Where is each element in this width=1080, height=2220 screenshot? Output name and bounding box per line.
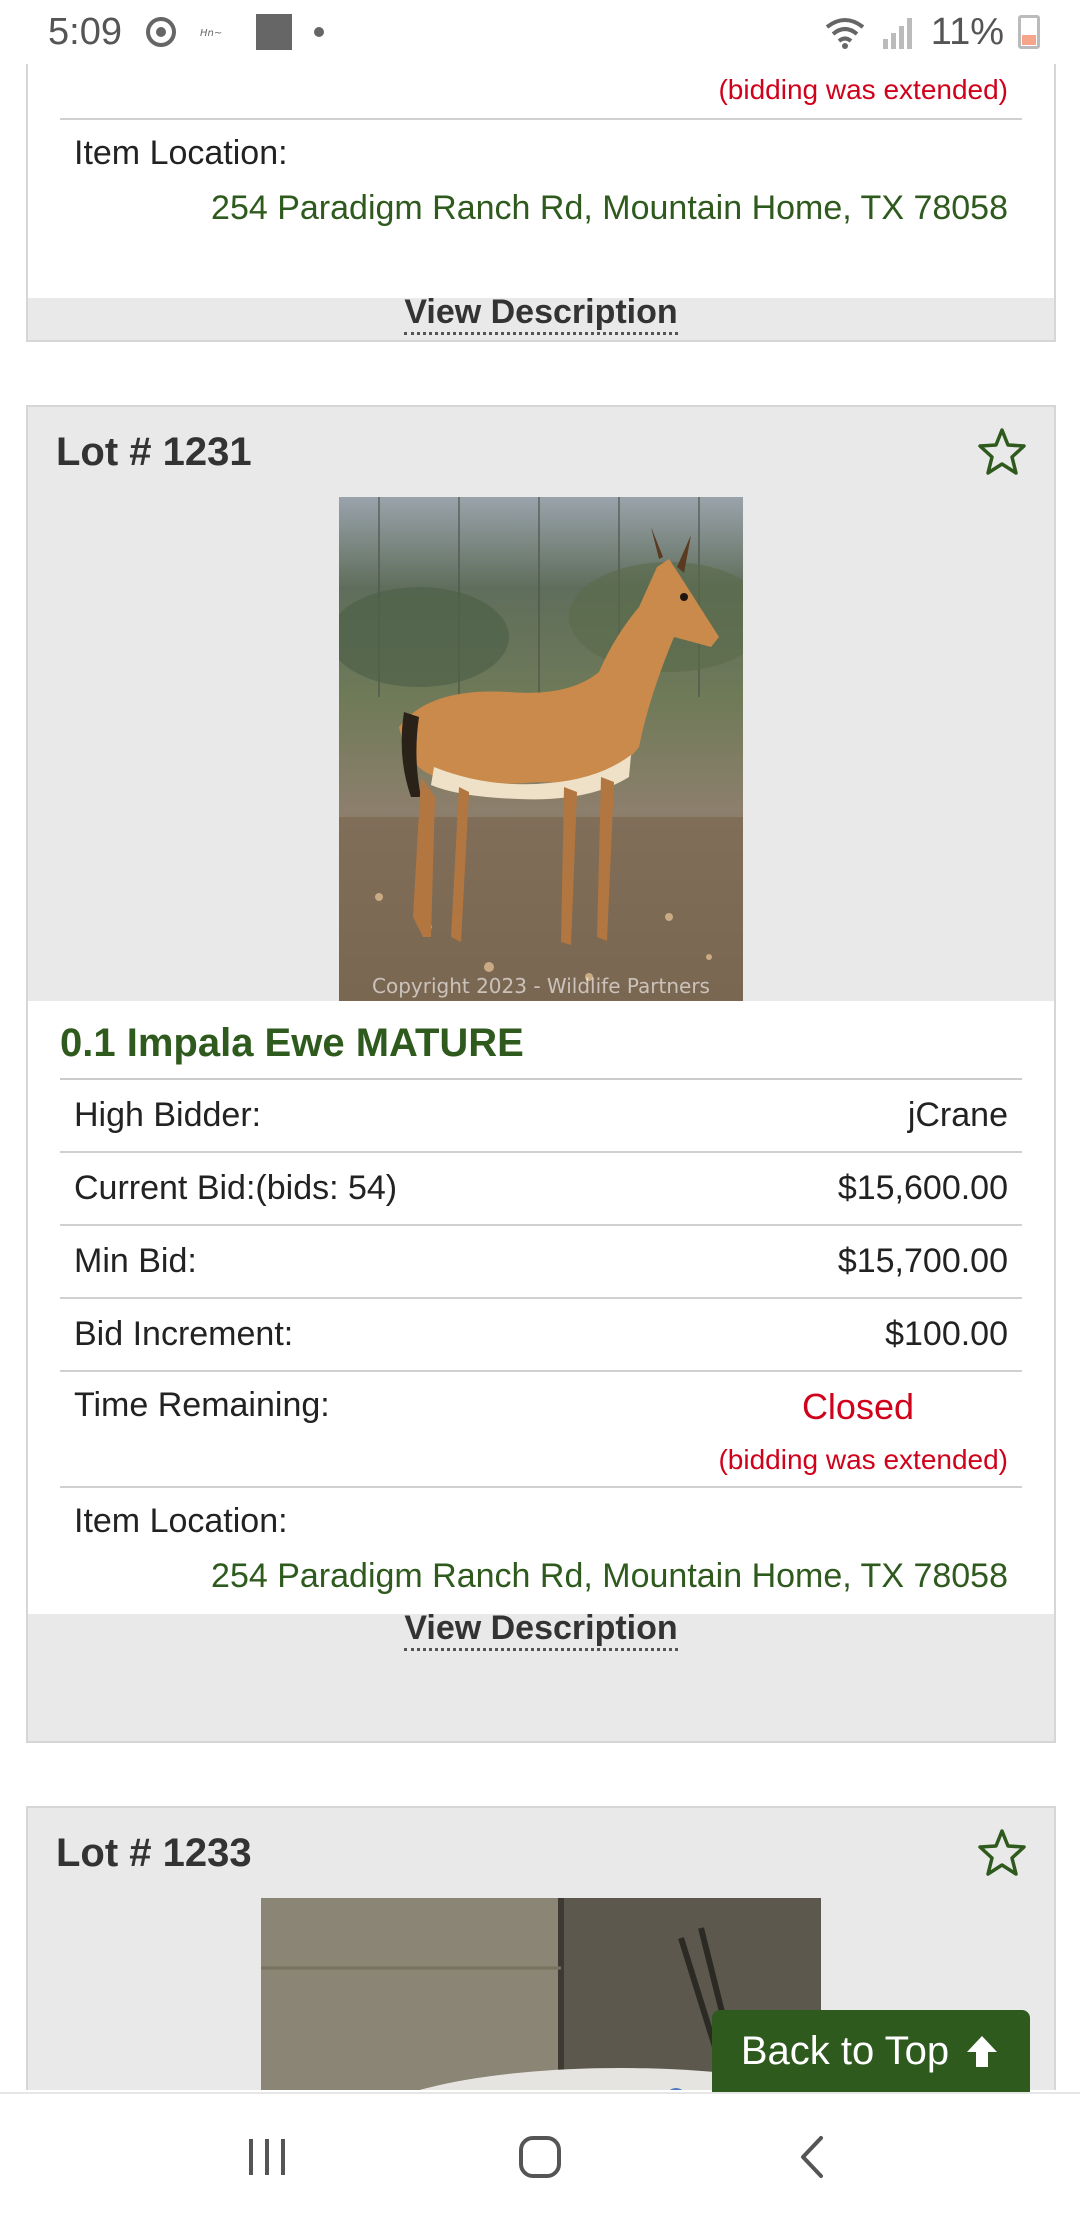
bid-increment-label: Bid Increment: — [74, 1315, 294, 1353]
high-bidder-row: High Bidder: jCrane — [60, 1080, 1022, 1153]
app-logo-icon: Hn~ — [200, 28, 222, 39]
status-closed: Closed — [801, 1386, 914, 1427]
item-location: Item Location: 254 Paradigm Ranch Rd, Mo… — [60, 1488, 1022, 1614]
current-bid-row: Current Bid:(bids: 54) $15,600.00 — [60, 1153, 1022, 1226]
min-bid-value: $15,700.00 — [837, 1242, 1008, 1280]
back-button[interactable] — [773, 2117, 853, 2197]
battery-percent: 11% — [930, 10, 1004, 53]
signal-icon — [882, 18, 912, 49]
item-location-label: Item Location: — [74, 1502, 288, 1540]
home-icon — [518, 2136, 561, 2178]
bid-increment-value: $100.00 — [885, 1315, 1008, 1353]
view-description-link[interactable]: View Description — [404, 1608, 678, 1651]
time-remaining-row: Time Remaining: Closed (bidding was exte… — [60, 1372, 1022, 1488]
back-to-top-button[interactable]: Back to Top — [712, 2010, 1030, 2092]
item-location-address[interactable]: 254 Paradigm Ranch Rd, Mountain Home, TX… — [74, 1557, 1008, 1596]
current-bid-value: $15,600.00 — [837, 1169, 1008, 1207]
item-location: Item Location: 254 Paradigm Ranch Rd, Mo… — [60, 120, 1022, 246]
lot-photo[interactable]: Copyright 2023 - Wildlife Partners — [339, 497, 743, 1001]
home-button[interactable] — [500, 2117, 580, 2197]
item-location-label: Item Location: — [74, 134, 288, 172]
back-to-top-label: Back to Top — [740, 2028, 950, 2073]
lot-card-previous: (bidding was extended) Item Location: 25… — [26, 20, 1056, 342]
star-icon[interactable] — [976, 426, 1028, 478]
lot-number: Lot # 1231 — [56, 429, 252, 474]
battery-icon — [1018, 15, 1040, 49]
more-notifications-icon — [313, 27, 324, 37]
status-time: 5:09 — [48, 10, 122, 53]
back-icon — [801, 2136, 824, 2178]
gallery-icon — [255, 14, 292, 50]
item-title[interactable]: 0.1 Impala Ewe MATURE — [60, 1015, 1022, 1080]
time-remaining-label: Time Remaining: — [74, 1386, 330, 1424]
photo-copyright-caption: Copyright 2023 - Wildlife Partners — [372, 974, 710, 998]
android-nav-bar — [0, 2092, 1080, 2220]
star-icon[interactable] — [976, 1827, 1028, 1879]
status-bar: 5:09 Hn~ 11% — [0, 0, 1080, 64]
item-location-address[interactable]: 254 Paradigm Ranch Rd, Mountain Home, TX… — [74, 189, 1008, 228]
page-content[interactable]: (bidding was extended) Item Location: 25… — [0, 0, 1080, 2090]
bidding-extended-note: (bidding was extended) — [718, 1444, 1008, 1475]
sync-icon — [145, 17, 176, 47]
arrow-up-icon — [967, 2036, 998, 2067]
lot-number: Lot # 1233 — [56, 1830, 252, 1875]
min-bid-row: Min Bid: $15,700.00 — [60, 1226, 1022, 1299]
min-bid-label: Min Bid: — [74, 1242, 197, 1280]
lot-card-1231: Lot # 1231 Copyright 2023 - Wildlife Par… — [26, 405, 1056, 1743]
svg-text:Hn~: Hn~ — [200, 28, 222, 39]
high-bidder-value: jCrane — [907, 1096, 1008, 1134]
wifi-icon — [825, 18, 864, 49]
current-bid-label: Current Bid:(bids: 54) — [74, 1169, 398, 1207]
view-description-link[interactable]: View Description — [404, 292, 678, 335]
high-bidder-label: High Bidder: — [74, 1096, 262, 1134]
bid-increment-row: Bid Increment: $100.00 — [60, 1299, 1022, 1372]
recents-icon — [248, 2139, 285, 2175]
recents-button[interactable] — [227, 2117, 307, 2197]
bidding-extended-note: (bidding was extended) — [60, 74, 1022, 120]
